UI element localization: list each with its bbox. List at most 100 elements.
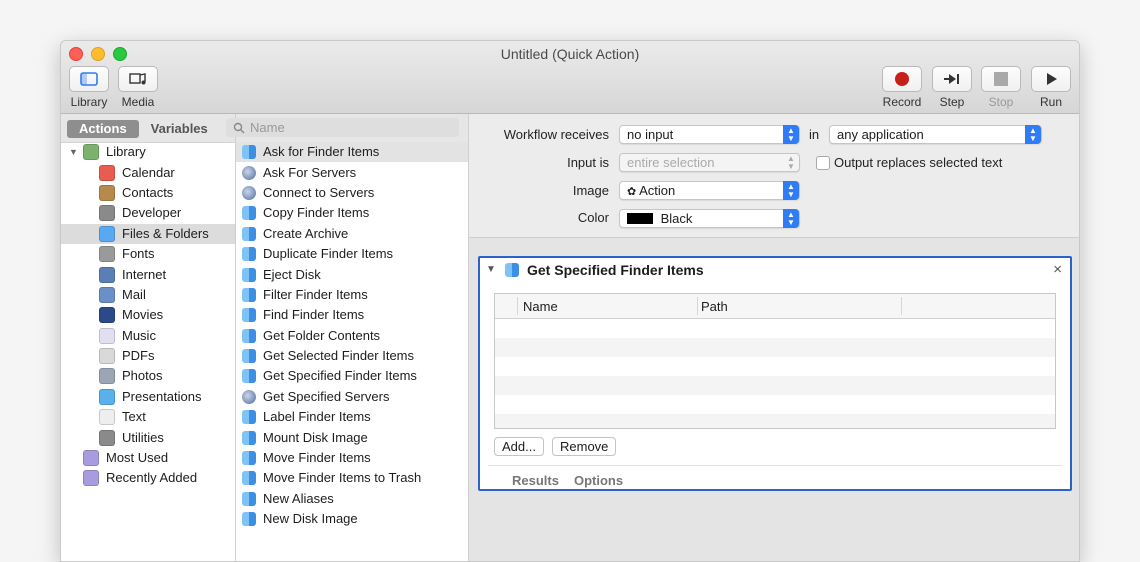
category-icon	[99, 368, 115, 385]
server-icon	[242, 389, 256, 404]
list-item[interactable]: Label Finder Items	[236, 407, 468, 427]
items-table[interactable]: Name Path	[494, 293, 1056, 429]
list-item-label: Mount Disk Image	[263, 429, 368, 445]
close-icon[interactable]: ×	[1053, 261, 1062, 278]
media-icon	[129, 73, 146, 85]
tab-variables[interactable]: Variables	[139, 120, 208, 138]
list-item[interactable]: Find Finder Items	[236, 305, 468, 325]
list-item[interactable]: New Aliases	[236, 489, 468, 509]
color-popup[interactable]: Black ▲ ▼	[619, 209, 800, 228]
list-item[interactable]: Filter Finder Items	[236, 285, 468, 305]
stop-button[interactable]: Stop	[981, 66, 1021, 109]
record-button[interactable]: Record	[882, 66, 922, 109]
run-button[interactable]: Run	[1031, 66, 1071, 109]
category-icon	[99, 246, 115, 263]
window-title: Untitled (Quick Action)	[500, 46, 640, 62]
category-icon	[99, 348, 115, 365]
list-item-label: Connect to Servers	[263, 184, 375, 200]
list-item[interactable]: Get Specified Servers	[236, 387, 468, 407]
sidebar-item[interactable]: Calendar	[61, 162, 235, 182]
list-item[interactable]: Mount Disk Image	[236, 427, 468, 447]
list-item[interactable]: Get Selected Finder Items	[236, 346, 468, 366]
media-button[interactable]: Media	[118, 66, 158, 109]
sidebar-item[interactable]: PDFs	[61, 346, 235, 366]
image-popup[interactable]: ✿ Action ▲ ▼	[619, 181, 800, 200]
column-path-header[interactable]: Path	[701, 299, 728, 314]
sidebar-item-label: Files & Folders	[122, 225, 209, 241]
finder-icon	[242, 247, 256, 262]
output-replaces-checkbox[interactable]	[816, 156, 830, 170]
tab-actions[interactable]: Actions	[67, 120, 139, 138]
search-icon	[233, 122, 245, 134]
list-item[interactable]: Copy Finder Items	[236, 203, 468, 223]
list-item[interactable]: Move Finder Items to Trash	[236, 468, 468, 488]
results-tab[interactable]: Results	[512, 473, 559, 488]
sidebar-item[interactable]: Developer	[61, 203, 235, 223]
sidebar-item[interactable]: Music	[61, 326, 235, 346]
category-icon	[99, 429, 115, 446]
finder-icon	[242, 308, 256, 323]
sidebar-item[interactable]: ▼ Library	[61, 142, 235, 162]
record-icon	[895, 72, 909, 86]
server-icon	[242, 165, 256, 180]
list-item[interactable]: Create Archive	[236, 224, 468, 244]
options-tab[interactable]: Options	[574, 473, 623, 488]
list-item[interactable]: New Disk Image	[236, 509, 468, 529]
table-row	[495, 395, 1055, 414]
sidebar-item[interactable]: Mail	[61, 285, 235, 305]
list-item-label: Get Specified Servers	[263, 388, 390, 404]
sidebar-item-label: Most Used	[106, 450, 169, 466]
list-item[interactable]: Ask For Servers	[236, 162, 468, 182]
library-header: Actions Variables	[61, 114, 235, 143]
action-card-get-specified-finder-items[interactable]: ▼ Get Specified Finder Items × Name Path	[478, 256, 1072, 491]
sidebar-item-label: Photos	[122, 368, 163, 384]
category-icon	[99, 409, 115, 426]
sidebar-item[interactable]: Files & Folders	[61, 223, 235, 244]
disclosure-triangle-icon[interactable]: ▼	[69, 142, 81, 162]
sidebar-item[interactable]: Most Used	[61, 448, 235, 468]
list-item[interactable]: Move Finder Items	[236, 448, 468, 468]
workflow-receives-popup[interactable]: no input ▲ ▼	[619, 125, 800, 144]
list-item-label: New Disk Image	[263, 511, 358, 527]
sidebar-item[interactable]: Internet	[61, 264, 235, 284]
sidebar-item[interactable]: Contacts	[61, 183, 235, 203]
list-item-label: Get Selected Finder Items	[263, 348, 415, 364]
color-swatch	[627, 213, 653, 224]
list-item[interactable]: Get Folder Contents	[236, 326, 468, 346]
category-icon	[99, 388, 115, 405]
list-item[interactable]: Eject Disk	[236, 264, 468, 284]
sidebar-item-label: Music	[122, 327, 156, 343]
list-item-label: Eject Disk	[263, 266, 321, 282]
finder-icon	[242, 512, 256, 527]
step-button[interactable]: Step	[932, 66, 972, 109]
sidebar-item[interactable]: Movies	[61, 305, 235, 325]
column-name-header[interactable]: Name	[523, 299, 558, 314]
sidebar-item[interactable]: Text	[61, 407, 235, 427]
list-item-label: Move Finder Items	[263, 450, 371, 466]
application-popup[interactable]: any application ▲ ▼	[829, 125, 1042, 144]
in-label: in	[809, 127, 820, 142]
sidebar-item[interactable]: Utilities	[61, 427, 235, 447]
sidebar-item-label: Recently Added	[106, 470, 198, 486]
list-item-label: Duplicate Finder Items	[263, 246, 394, 262]
search-field[interactable]: Name	[226, 118, 459, 137]
add-button[interactable]: Add...	[494, 437, 544, 456]
sidebar-item[interactable]: Fonts	[61, 244, 235, 264]
remove-button[interactable]: Remove	[552, 437, 617, 456]
input-is-popup[interactable]: entire selection ▲ ▼	[619, 153, 800, 172]
category-icon	[99, 164, 115, 181]
list-item[interactable]: Duplicate Finder Items	[236, 244, 468, 264]
sidebar-item-label: Presentations	[122, 388, 202, 404]
library-button[interactable]: Library	[69, 66, 109, 109]
category-icon	[83, 450, 99, 467]
finder-icon	[242, 226, 256, 241]
actions-variables-segmented: Actions Variables	[67, 120, 215, 138]
sidebar-item[interactable]: Photos	[61, 366, 235, 386]
sidebar-item[interactable]: Presentations	[61, 387, 235, 407]
disclosure-triangle-icon[interactable]: ▼	[486, 264, 496, 275]
list-item[interactable]: Ask for Finder Items	[236, 142, 468, 163]
sidebar-item[interactable]: Recently Added	[61, 468, 235, 488]
table-header: Name Path	[495, 294, 1055, 319]
list-item[interactable]: Connect to Servers	[236, 183, 468, 203]
list-item[interactable]: Get Specified Finder Items	[236, 366, 468, 386]
